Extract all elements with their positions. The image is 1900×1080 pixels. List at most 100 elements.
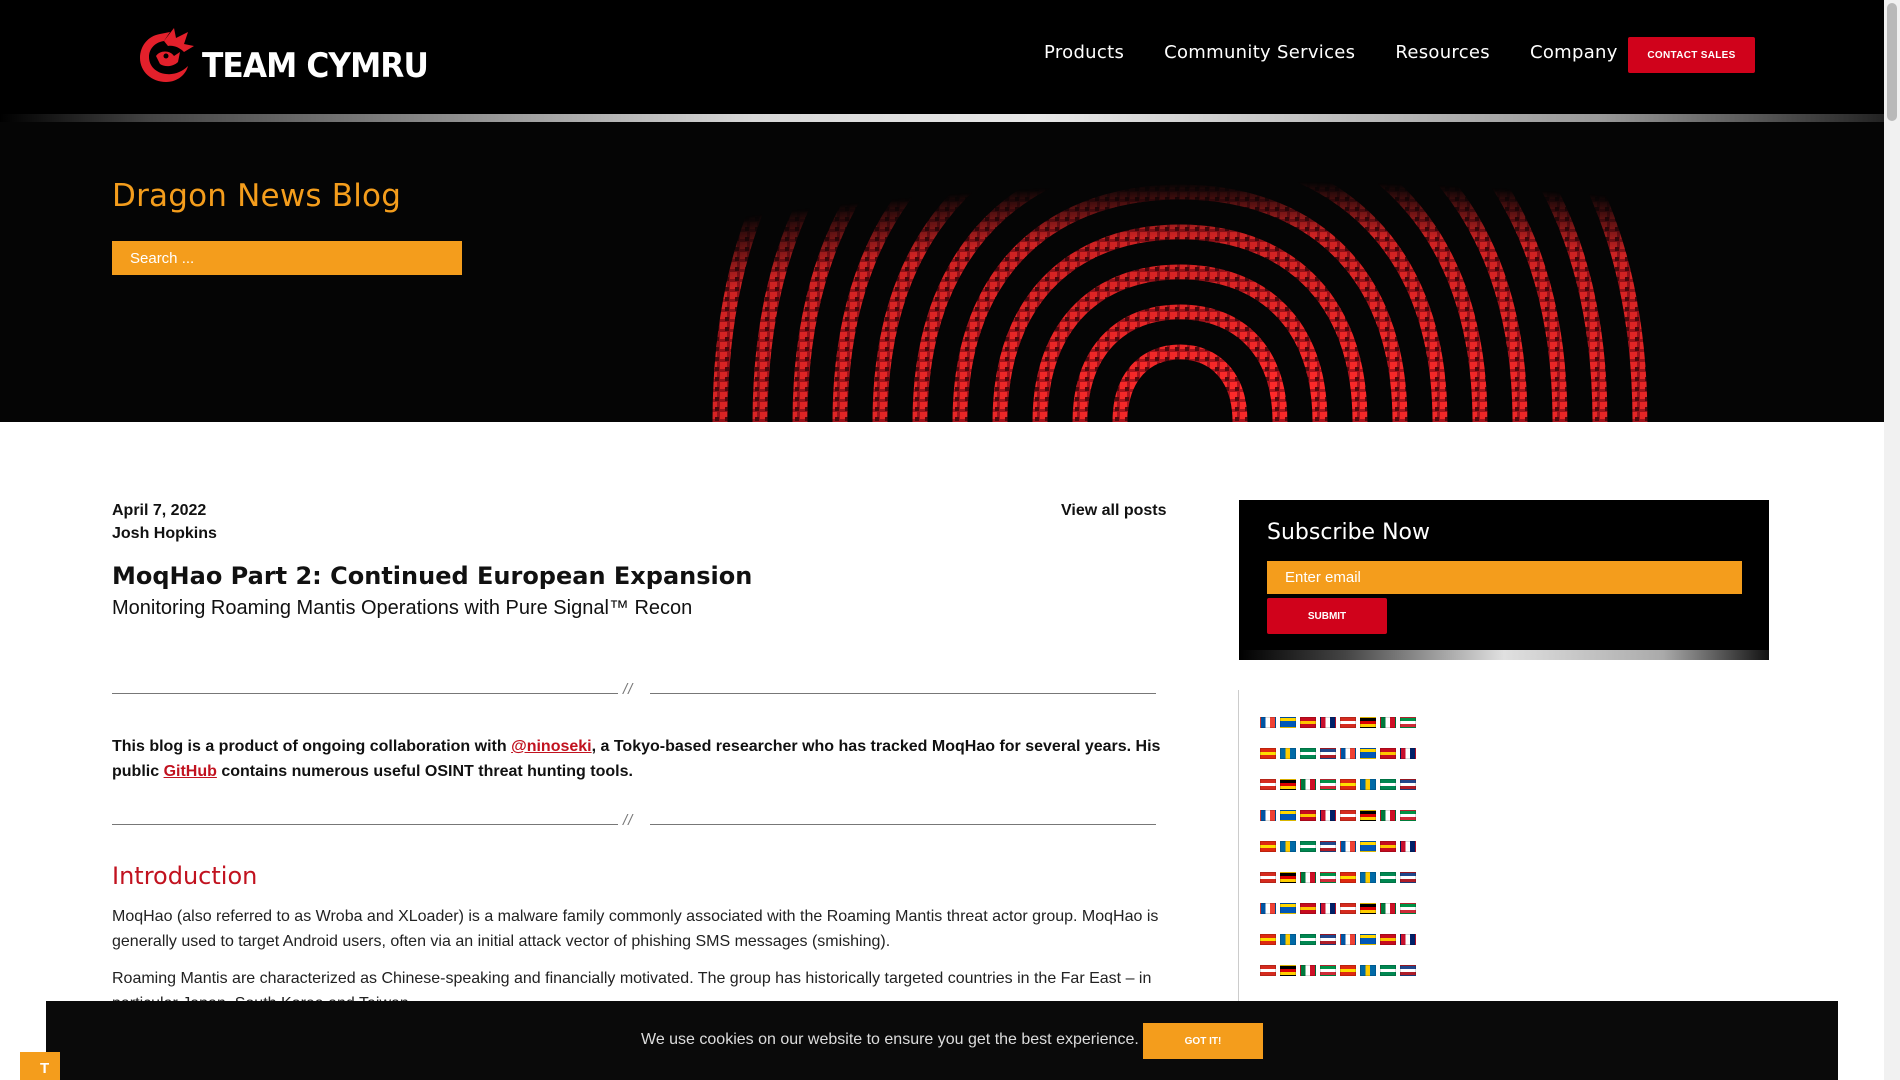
language-flags <box>1260 717 1420 976</box>
language-flag-icon[interactable] <box>1260 717 1276 728</box>
language-flag-icon[interactable] <box>1260 872 1276 883</box>
language-flag-icon[interactable] <box>1400 965 1416 976</box>
language-flag-icon[interactable] <box>1280 779 1296 790</box>
language-flag-icon[interactable] <box>1280 810 1296 821</box>
language-flag-icon[interactable] <box>1300 841 1316 852</box>
language-flag-icon[interactable] <box>1400 903 1416 914</box>
subscribe-gradient-bar <box>1239 650 1769 660</box>
language-flag-icon[interactable] <box>1260 841 1276 852</box>
language-flag-icon[interactable] <box>1360 779 1376 790</box>
nav-resources[interactable]: Resources <box>1395 42 1490 63</box>
language-flag-icon[interactable] <box>1340 810 1356 821</box>
language-flag-icon[interactable] <box>1320 810 1336 821</box>
language-flag-icon[interactable] <box>1320 903 1336 914</box>
section-divider: // <box>112 681 1156 700</box>
language-flag-icon[interactable] <box>1360 841 1376 852</box>
nav-products[interactable]: Products <box>1044 42 1124 63</box>
language-flag-icon[interactable] <box>1360 717 1376 728</box>
language-flag-icon[interactable] <box>1320 748 1336 759</box>
language-flag-icon[interactable] <box>1340 934 1356 945</box>
language-flag-icon[interactable] <box>1360 965 1376 976</box>
language-flag-icon[interactable] <box>1280 841 1296 852</box>
language-flag-icon[interactable] <box>1260 934 1276 945</box>
language-flag-icon[interactable] <box>1380 810 1396 821</box>
scrollbar[interactable] <box>1884 0 1900 1080</box>
section-divider: // <box>112 812 1156 831</box>
language-flag-icon[interactable] <box>1300 748 1316 759</box>
language-flag-icon[interactable] <box>1340 841 1356 852</box>
post-subtitle: Monitoring Roaming Mantis Operations wit… <box>112 597 693 619</box>
nav-community-services[interactable]: Community Services <box>1164 42 1355 63</box>
language-flag-icon[interactable] <box>1400 872 1416 883</box>
language-flag-icon[interactable] <box>1360 934 1376 945</box>
language-flag-icon[interactable] <box>1380 965 1396 976</box>
language-flag-icon[interactable] <box>1380 872 1396 883</box>
language-flag-icon[interactable] <box>1360 748 1376 759</box>
language-flag-icon[interactable] <box>1280 717 1296 728</box>
translate-tab[interactable]: T <box>20 1052 60 1080</box>
language-flag-icon[interactable] <box>1400 841 1416 852</box>
language-flag-icon[interactable] <box>1300 903 1316 914</box>
language-flag-icon[interactable] <box>1300 717 1316 728</box>
language-flag-icon[interactable] <box>1360 903 1376 914</box>
language-flag-icon[interactable] <box>1260 965 1276 976</box>
language-flag-icon[interactable] <box>1300 779 1316 790</box>
language-flag-icon[interactable] <box>1260 810 1276 821</box>
view-all-posts-link[interactable]: View all posts <box>1061 502 1167 520</box>
language-flag-icon[interactable] <box>1400 717 1416 728</box>
language-flag-icon[interactable] <box>1280 934 1296 945</box>
section-heading-introduction: Introduction <box>112 862 258 890</box>
language-flag-icon[interactable] <box>1320 872 1336 883</box>
language-flag-icon[interactable] <box>1320 841 1336 852</box>
dragon-logo-icon <box>140 28 194 82</box>
language-flag-icon[interactable] <box>1380 841 1396 852</box>
contact-sales-button[interactable]: CONTACT SALES <box>1628 37 1755 73</box>
site-logo[interactable]: TEAM CYMRU <box>130 26 448 88</box>
nav-company[interactable]: Company <box>1530 42 1618 63</box>
language-flag-icon[interactable] <box>1340 748 1356 759</box>
hero-banner: Dragon News Blog <box>0 122 1884 422</box>
body-paragraph: MoqHao (also referred to as Wroba and XL… <box>112 908 1159 950</box>
language-flag-icon[interactable] <box>1280 872 1296 883</box>
post-author[interactable]: Josh Hopkins <box>112 525 217 543</box>
language-flag-icon[interactable] <box>1380 748 1396 759</box>
language-flag-icon[interactable] <box>1400 810 1416 821</box>
ninoseki-link[interactable]: @ninoseki <box>511 738 592 755</box>
sidebar-divider <box>1238 690 1239 1010</box>
language-flag-icon[interactable] <box>1300 934 1316 945</box>
language-flag-icon[interactable] <box>1340 903 1356 914</box>
language-flag-icon[interactable] <box>1380 903 1396 914</box>
language-flag-icon[interactable] <box>1260 903 1276 914</box>
language-flag-icon[interactable] <box>1320 779 1336 790</box>
language-flag-icon[interactable] <box>1380 779 1396 790</box>
language-flag-icon[interactable] <box>1360 872 1376 883</box>
language-flag-icon[interactable] <box>1280 903 1296 914</box>
language-flag-icon[interactable] <box>1400 748 1416 759</box>
language-flag-icon[interactable] <box>1300 872 1316 883</box>
language-flag-icon[interactable] <box>1280 965 1296 976</box>
language-flag-icon[interactable] <box>1340 779 1356 790</box>
scrollbar-thumb[interactable] <box>1887 3 1897 121</box>
language-flag-icon[interactable] <box>1340 872 1356 883</box>
email-field[interactable] <box>1267 561 1742 594</box>
language-flag-icon[interactable] <box>1300 965 1316 976</box>
language-flag-icon[interactable] <box>1360 810 1376 821</box>
submit-button[interactable]: SUBMIT <box>1267 598 1387 634</box>
post-title: MoqHao Part 2: Continued European Expans… <box>112 562 753 590</box>
language-flag-icon[interactable] <box>1340 717 1356 728</box>
language-flag-icon[interactable] <box>1320 717 1336 728</box>
accept-cookies-button[interactable]: GOT IT! <box>1143 1023 1263 1059</box>
language-flag-icon[interactable] <box>1260 748 1276 759</box>
language-flag-icon[interactable] <box>1400 779 1416 790</box>
language-flag-icon[interactable] <box>1380 934 1396 945</box>
language-flag-icon[interactable] <box>1320 934 1336 945</box>
language-flag-icon[interactable] <box>1380 717 1396 728</box>
blog-search-input[interactable] <box>112 241 462 275</box>
language-flag-icon[interactable] <box>1320 965 1336 976</box>
language-flag-icon[interactable] <box>1280 748 1296 759</box>
language-flag-icon[interactable] <box>1400 934 1416 945</box>
language-flag-icon[interactable] <box>1300 810 1316 821</box>
github-link[interactable]: GitHub <box>164 763 217 780</box>
language-flag-icon[interactable] <box>1340 965 1356 976</box>
language-flag-icon[interactable] <box>1260 779 1276 790</box>
